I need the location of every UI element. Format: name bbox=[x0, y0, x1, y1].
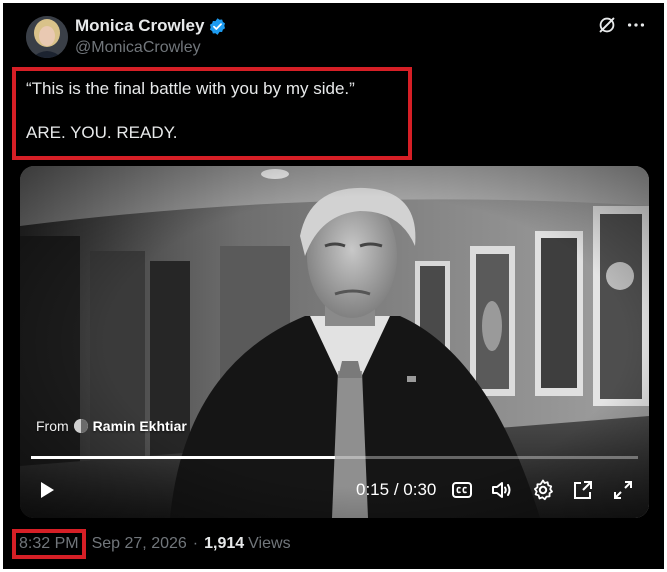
attribution-prefix: From bbox=[36, 418, 69, 434]
views-label: Views bbox=[248, 535, 291, 552]
tweet-time-highlight: 8:32 PM bbox=[12, 529, 86, 559]
tweet-date[interactable]: Sep 27, 2026 bbox=[92, 535, 187, 553]
time-separator: / bbox=[393, 480, 399, 499]
current-time: 0:15 bbox=[356, 480, 390, 499]
tweet-text-line-1: “This is the final battle with you by my… bbox=[26, 79, 355, 98]
video-progress-bar[interactable] bbox=[31, 456, 638, 459]
author-name[interactable]: Monica Crowley bbox=[75, 16, 204, 36]
video-player[interactable]: From Ramin Ekhtiar 0:15 / 0:30 bbox=[20, 166, 649, 518]
more-icon[interactable] bbox=[625, 14, 647, 36]
tweet-card: Monica Crowley @MonicaCrowley “This is t… bbox=[3, 3, 664, 569]
author-avatar[interactable] bbox=[26, 16, 68, 58]
meta-separator: · bbox=[192, 535, 199, 552]
play-icon[interactable] bbox=[34, 478, 58, 502]
video-frame bbox=[20, 166, 649, 518]
attribution-avatar bbox=[73, 419, 88, 433]
volume-icon[interactable] bbox=[490, 478, 514, 502]
video-attribution[interactable]: From Ramin Ekhtiar bbox=[36, 414, 187, 438]
grok-icon[interactable] bbox=[596, 14, 618, 36]
author-handle[interactable]: @MonicaCrowley bbox=[75, 38, 201, 58]
attribution-name: Ramin Ekhtiar bbox=[92, 418, 187, 434]
fullscreen-icon[interactable] bbox=[611, 478, 635, 502]
tweet-text-line-2: ARE. YOU. READY. bbox=[26, 123, 178, 142]
duration: 0:30 bbox=[403, 480, 437, 499]
tweet-time[interactable]: 8:32 PM bbox=[19, 535, 79, 553]
view-count: 1,914 bbox=[204, 535, 245, 552]
settings-icon[interactable] bbox=[531, 478, 555, 502]
captions-icon[interactable] bbox=[450, 478, 474, 502]
tweet-metadata: 8:32 PM Sep 27, 2026 · 1,914 Views bbox=[12, 529, 291, 559]
tweet-text-highlight: “This is the final battle with you by my… bbox=[12, 67, 412, 160]
video-progress-fill bbox=[31, 456, 335, 459]
popout-icon[interactable] bbox=[571, 478, 595, 502]
video-time: 0:15 / 0:30 bbox=[356, 480, 436, 500]
verified-badge-icon bbox=[209, 18, 226, 35]
